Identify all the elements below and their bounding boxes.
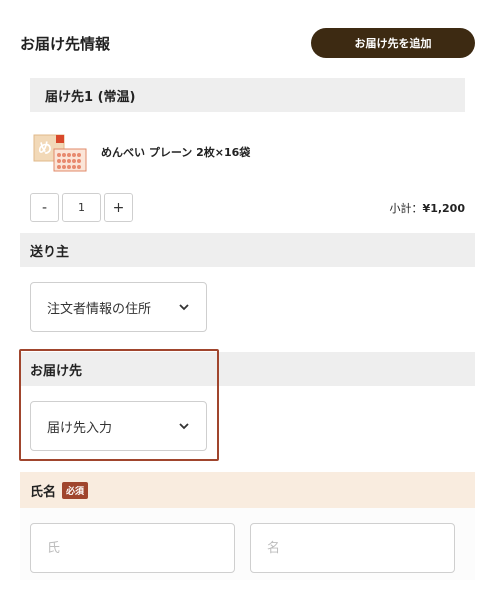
product-name: めんべい プレーン 2枚×16袋 xyxy=(101,146,251,159)
chevron-down-icon xyxy=(179,304,189,311)
name-section-header: 氏名 必須 xyxy=(20,472,475,508)
last-name-input[interactable] xyxy=(30,523,235,573)
subtotal: 小計：¥1,200 xyxy=(390,200,465,216)
product-thumbnail-glyph: め xyxy=(38,141,52,157)
page-title: お届け先情報 xyxy=(20,35,111,53)
recipient-section-header: お届け先 xyxy=(20,352,475,386)
product-thumbnail: め xyxy=(32,131,88,173)
chevron-down-icon xyxy=(179,423,189,430)
subtotal-value: ¥1,200 xyxy=(422,202,465,215)
add-destination-button[interactable]: お届け先を追加 xyxy=(311,28,475,58)
destination-header: 届け先1 (常温) xyxy=(30,78,465,112)
recipient-select[interactable]: 届け先入力 xyxy=(30,401,207,451)
required-badge: 必須 xyxy=(62,481,89,499)
sender-select-value: 注文者情報の住所 xyxy=(47,301,152,317)
quantity-input[interactable] xyxy=(62,193,101,222)
first-name-input[interactable] xyxy=(250,523,455,573)
sender-section-header: 送り主 xyxy=(20,233,475,267)
subtotal-label: 小計： xyxy=(389,202,423,215)
name-section-label: 氏名 xyxy=(30,484,57,500)
quantity-increase-button[interactable]: + xyxy=(104,193,133,222)
sender-select[interactable]: 注文者情報の住所 xyxy=(30,282,207,332)
quantity-decrease-button[interactable]: - xyxy=(30,193,59,222)
recipient-select-value: 届け先入力 xyxy=(47,420,113,436)
